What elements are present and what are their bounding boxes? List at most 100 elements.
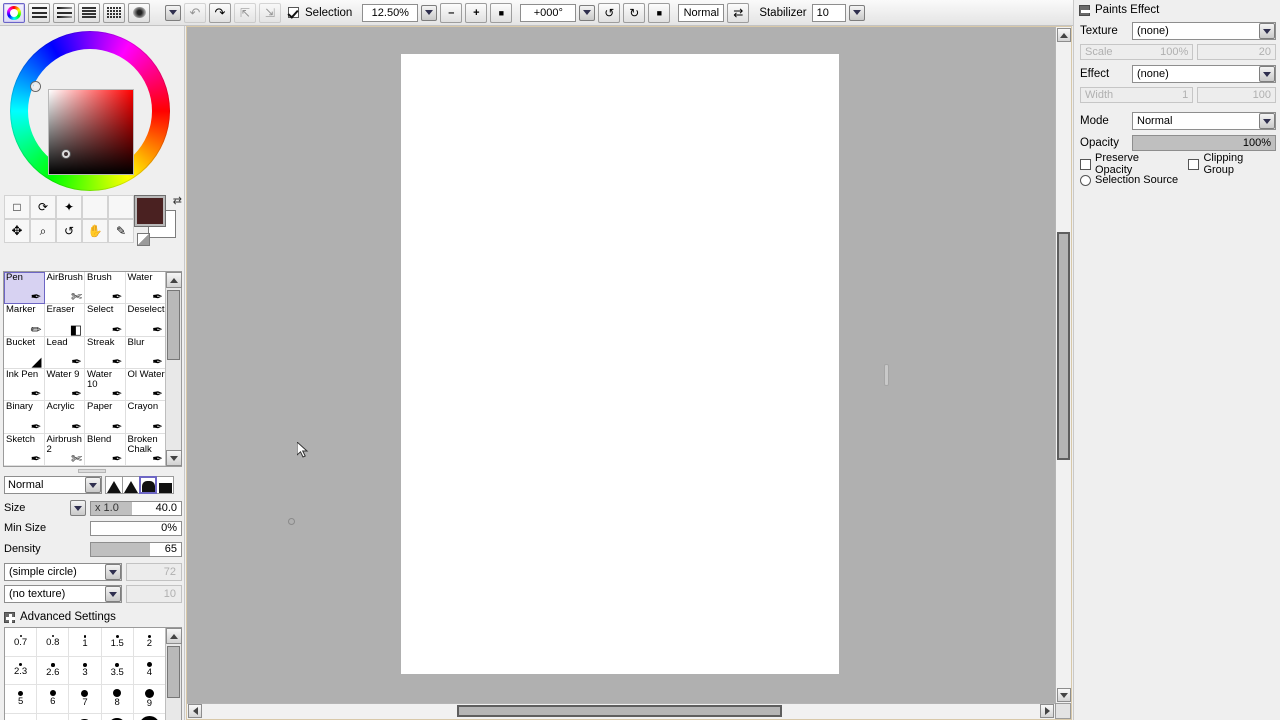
brush-preset-ink-pen[interactable]: Ink Pen ✒: [4, 368, 45, 402]
swap-icon[interactable]: ⇄: [727, 2, 750, 23]
hand-tool-icon[interactable]: ✋: [82, 219, 108, 243]
selection-source-radio[interactable]: [1080, 174, 1091, 186]
preset-scroll-up[interactable]: [166, 272, 182, 288]
zoom-value[interactable]: 12.50%: [362, 3, 419, 22]
canvas-scroll-right[interactable]: [1040, 704, 1054, 718]
eyedropper-icon[interactable]: ✎: [108, 219, 134, 243]
rotation-dropdown[interactable]: [579, 4, 596, 21]
brush-size-dot-cell[interactable]: [37, 713, 70, 720]
brush-preset-scrollbar[interactable]: [165, 272, 182, 466]
brush-preset-water[interactable]: Water ✒: [125, 272, 166, 305]
canvas-area[interactable]: [186, 26, 1072, 720]
flip-mode-value[interactable]: Normal: [678, 3, 725, 22]
brush-preset-deselect[interactable]: Deselect ✒: [125, 304, 166, 337]
foreground-color-swatch[interactable]: [134, 195, 166, 227]
brush-preset-lead[interactable]: Lead ✒: [44, 336, 85, 369]
canvas-hscroll-thumb[interactable]: [457, 705, 782, 717]
brush-preset-airbrush-2[interactable]: Airbrush 2 ✄: [44, 433, 85, 466]
dot-panel-scrollbar[interactable]: [165, 628, 182, 720]
brush-size-dot-cell[interactable]: 0.8: [37, 628, 70, 657]
canvas-vscroll-thumb[interactable]: [1057, 232, 1070, 460]
preset-scroll-down[interactable]: [166, 450, 182, 466]
brush-size-dot-cell[interactable]: 9: [133, 685, 166, 714]
clipping-group-checkbox[interactable]: [1188, 158, 1200, 170]
brush-size-dot-cell[interactable]: 6: [37, 685, 70, 714]
rotate-cw-button[interactable]: ↻: [623, 2, 646, 23]
dot-scroll-up[interactable]: [166, 628, 182, 644]
edge-shape-hard-icon[interactable]: [139, 476, 157, 494]
preserve-opacity-checkbox[interactable]: [1080, 158, 1091, 170]
blend-mode-chevron-down-icon[interactable]: [85, 477, 101, 493]
brush-shape-chevron-down-icon[interactable]: [105, 564, 121, 580]
layer-mode-select[interactable]: Normal: [1132, 112, 1276, 130]
brush-size-dot-cell[interactable]: 7: [69, 685, 102, 714]
toolbar-options-dropdown[interactable]: [165, 4, 181, 21]
brush-texture-select[interactable]: (no texture): [4, 585, 122, 603]
panel-splitter-grip[interactable]: [884, 364, 889, 386]
rotate-ccw-button[interactable]: ↺: [598, 2, 621, 23]
stabilizer-value[interactable]: 10: [811, 3, 846, 22]
brush-preset-ol-water[interactable]: Ol Water ✒: [125, 368, 166, 402]
canvas-paper[interactable]: [401, 54, 839, 674]
brush-preset-bucket[interactable]: Bucket ◢: [4, 336, 45, 369]
swap-colors-icon[interactable]: ⇄: [173, 194, 182, 207]
saturation-value-square[interactable]: [48, 89, 134, 175]
undo-icon[interactable]: ↶: [184, 2, 206, 23]
brush-preset-blend[interactable]: Blend ✒: [85, 433, 126, 466]
size-unit-dropdown[interactable]: [70, 500, 86, 516]
zoom-in-button[interactable]: +: [465, 2, 488, 23]
density-slider[interactable]: 65: [90, 541, 182, 557]
grid-view-icon[interactable]: [103, 2, 125, 23]
brush-size-dot-cell[interactable]: 1.5: [101, 628, 134, 657]
default-colors-icon[interactable]: [137, 233, 150, 246]
brush-preset-eraser[interactable]: Eraser ◧: [44, 304, 85, 337]
expand-plus-icon[interactable]: [4, 611, 15, 623]
rect-select-icon[interactable]: □: [4, 195, 30, 219]
brush-size-dot-cell[interactable]: 2: [133, 628, 166, 657]
brush-preset-acrylic[interactable]: Acrylic ✒: [44, 401, 85, 434]
brush-preset-airbrush[interactable]: AirBrush ✄: [44, 272, 85, 305]
brush-size-dot-cell[interactable]: 2.3: [5, 656, 38, 685]
brush-preset-paper[interactable]: Paper ✒: [85, 401, 126, 434]
texture-chevron-down-icon[interactable]: [1259, 23, 1275, 39]
paints-effect-header[interactable]: Paints Effect: [1079, 4, 1159, 16]
preset-scroll-thumb[interactable]: [167, 290, 180, 360]
brush-size-dot-cell[interactable]: 5: [5, 685, 38, 714]
stripes-gradient-view-icon[interactable]: [53, 2, 75, 23]
brush-preset-select[interactable]: Select ✒: [85, 304, 126, 337]
advanced-settings-header[interactable]: Advanced Settings: [4, 610, 116, 624]
tool-empty-2[interactable]: [108, 195, 134, 219]
brush-size-dot-cell[interactable]: 2.6: [37, 656, 70, 685]
blend-mode-select[interactable]: Normal: [4, 476, 102, 494]
zoom-reset-button[interactable]: ■: [490, 2, 513, 23]
mode-chevron-down-icon[interactable]: [1259, 113, 1275, 129]
edge-shape-square-icon[interactable]: [156, 476, 174, 494]
zoom-tool-icon[interactable]: ⌕: [30, 219, 56, 243]
brush-size-dot-cell[interactable]: 1: [69, 628, 102, 657]
size-slider[interactable]: x 1.0 40.0: [90, 500, 182, 516]
edge-shape-medium-icon[interactable]: [122, 476, 140, 494]
edge-shape-soft-icon[interactable]: [105, 476, 123, 494]
dot-scroll-thumb[interactable]: [167, 646, 180, 698]
brush-size-dot-cell[interactable]: 4: [133, 656, 166, 685]
rotation-reset-button[interactable]: ■: [648, 2, 671, 23]
brush-preset-streak[interactable]: Streak ✒: [85, 336, 126, 369]
brush-preset-marker[interactable]: Marker ✏: [4, 304, 45, 337]
magic-wand-icon[interactable]: ✦: [56, 195, 82, 219]
brush-preset-sketch[interactable]: Sketch ✒: [4, 433, 45, 466]
color-swatches[interactable]: ⇄: [132, 194, 182, 246]
zoom-dropdown[interactable]: [421, 4, 438, 21]
brush-texture-chevron-down-icon[interactable]: [105, 586, 121, 602]
layer-opacity-slider[interactable]: 100%: [1132, 135, 1276, 151]
brush-preset-blur[interactable]: Blur ✒: [125, 336, 166, 369]
brush-size-dot-cell[interactable]: 0.7: [5, 628, 38, 657]
brush-size-dot-cell[interactable]: [5, 713, 38, 720]
rotation-value[interactable]: +000°: [520, 3, 577, 22]
brush-preset-crayon[interactable]: Crayon ✒: [125, 401, 166, 434]
move-icon[interactable]: ✥: [4, 219, 30, 243]
brush-size-dot-cell[interactable]: 3: [69, 656, 102, 685]
selection-checkbox[interactable]: [288, 7, 299, 18]
effect-select[interactable]: (none): [1132, 65, 1276, 83]
blob-view-icon[interactable]: [128, 2, 150, 23]
brush-preset-water-9[interactable]: Water 9 ✒: [44, 368, 85, 402]
